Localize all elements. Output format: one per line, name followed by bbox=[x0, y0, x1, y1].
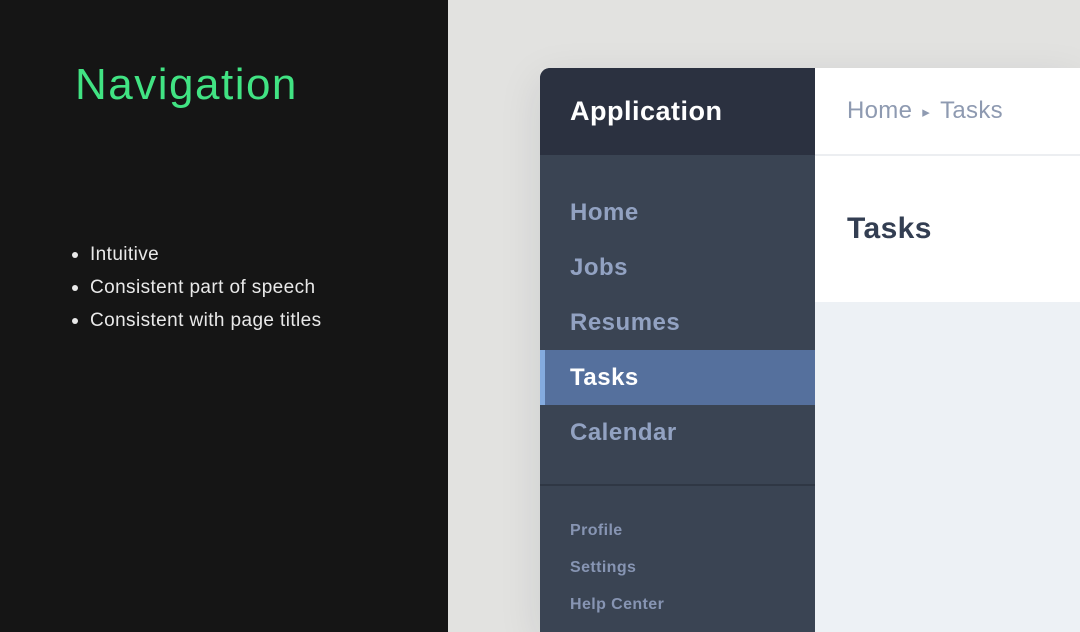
sidebar: Application Home Jobs Resumes Tasks Cale… bbox=[540, 68, 815, 632]
content-header: Tasks bbox=[815, 156, 1080, 302]
sidebar-item-tasks[interactable]: Tasks bbox=[540, 350, 815, 405]
sidebar-secondary-nav: Profile Settings Help Center bbox=[540, 486, 815, 623]
sidebar-item-label: Home bbox=[570, 199, 639, 227]
sidebar-item-label: Tasks bbox=[570, 364, 639, 392]
slide-bullet-text: Consistent with page titles bbox=[90, 304, 322, 337]
sidebar-header: Application bbox=[540, 68, 815, 155]
sidebar-item-settings[interactable]: Settings bbox=[540, 549, 815, 586]
sidebar-item-label: Calendar bbox=[570, 419, 677, 447]
slide-bullet-text: Consistent part of speech bbox=[90, 271, 315, 304]
breadcrumb-current: Tasks bbox=[940, 97, 1003, 125]
sidebar-item-help-center[interactable]: Help Center bbox=[540, 586, 815, 623]
sidebar-item-label: Resumes bbox=[570, 309, 680, 337]
slide-bullet: Consistent with page titles bbox=[72, 304, 322, 337]
sidebar-item-calendar[interactable]: Calendar bbox=[540, 405, 815, 460]
bullet-icon bbox=[72, 252, 78, 258]
sidebar-item-home[interactable]: Home bbox=[540, 185, 815, 240]
slide-bullet-text: Intuitive bbox=[90, 238, 159, 271]
breadcrumb-home-link[interactable]: Home bbox=[847, 97, 912, 125]
sidebar-item-label: Help Center bbox=[570, 596, 664, 614]
slide-bullet: Consistent part of speech bbox=[72, 271, 322, 304]
app-mockup: Application Home Jobs Resumes Tasks Cale… bbox=[540, 68, 1080, 632]
content-body bbox=[815, 302, 1080, 632]
slide-title: Navigation bbox=[75, 60, 298, 110]
bullet-icon bbox=[72, 318, 78, 324]
page-title: Tasks bbox=[847, 212, 932, 246]
sidebar-item-label: Jobs bbox=[570, 254, 628, 282]
sidebar-item-label: Profile bbox=[570, 522, 623, 540]
breadcrumb-arrow-icon: ▸ bbox=[922, 103, 930, 121]
app-title: Application bbox=[570, 96, 723, 127]
slide-bullet: Intuitive bbox=[72, 238, 322, 271]
sidebar-item-resumes[interactable]: Resumes bbox=[540, 295, 815, 350]
breadcrumb: Home ▸ Tasks bbox=[847, 97, 1003, 125]
sidebar-item-profile[interactable]: Profile bbox=[540, 512, 815, 549]
sidebar-nav: Home Jobs Resumes Tasks Calendar bbox=[540, 155, 815, 460]
slide-bullet-list: Intuitive Consistent part of speech Cons… bbox=[72, 238, 322, 337]
bullet-icon bbox=[72, 285, 78, 291]
breadcrumb-bar: Home ▸ Tasks bbox=[815, 68, 1080, 156]
slide-panel: Navigation Intuitive Consistent part of … bbox=[0, 0, 448, 632]
main-content: Home ▸ Tasks Tasks bbox=[815, 68, 1080, 632]
sidebar-item-jobs[interactable]: Jobs bbox=[540, 240, 815, 295]
sidebar-item-label: Settings bbox=[570, 559, 636, 577]
